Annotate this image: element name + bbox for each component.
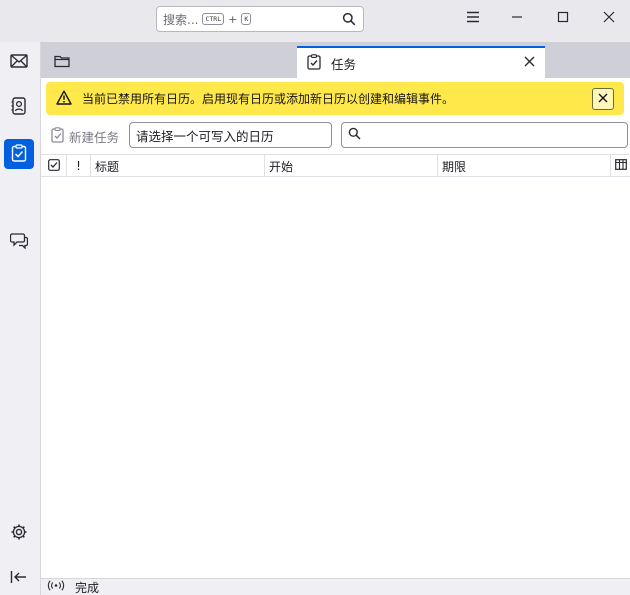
mail-icon (10, 53, 28, 72)
tasks-pane: 当前已禁用所有日历。启用现有日历或添加新日历以创建和编辑事件。 新建任务 请选择… (41, 78, 630, 578)
shortcut-plus: + (228, 12, 238, 26)
search-icon[interactable] (342, 12, 356, 29)
column-priority[interactable]: ! (67, 155, 91, 177)
minimize-button[interactable] (503, 6, 531, 30)
collapse-spaces-button[interactable] (4, 563, 34, 593)
calendar-select-value: 请选择一个可写入的日历 (136, 128, 274, 144)
minimize-icon (511, 11, 523, 26)
notification-close-button[interactable] (592, 87, 614, 110)
address-book-space-button[interactable] (4, 92, 34, 122)
tasks-icon (11, 143, 27, 165)
task-filter-input[interactable] (341, 122, 628, 148)
close-tab-icon[interactable] (524, 56, 535, 70)
calendar-disabled-notification: 当前已禁用所有日历。启用现有日历或添加新日历以创建和编辑事件。 (46, 82, 624, 115)
task-toolbar: 新建任务 请选择一个可写入的日历 (41, 122, 630, 150)
shortcut-k-key: K (241, 13, 252, 25)
close-icon (598, 92, 608, 106)
status-text: 完成 (75, 580, 100, 595)
app-menu-button[interactable] (459, 6, 487, 30)
collapse-icon (10, 570, 28, 587)
tab-strip: 任务 (41, 42, 630, 78)
calendar-select[interactable]: 请选择一个可写入的日历 (129, 122, 332, 148)
warning-icon (56, 90, 72, 108)
settings-button[interactable] (4, 518, 34, 548)
search-placeholder: 搜索... (163, 12, 199, 27)
hamburger-icon (466, 11, 480, 26)
new-task-icon (51, 126, 65, 146)
maximize-icon (557, 11, 569, 26)
chat-space-button[interactable] (4, 226, 34, 256)
column-picker[interactable] (611, 155, 630, 177)
column-picker-icon (614, 159, 627, 173)
column-title[interactable]: 标题 (91, 155, 265, 177)
spaces-toolbar (0, 42, 41, 595)
tab-tasks[interactable]: 任务 (297, 46, 545, 78)
gear-icon (10, 523, 28, 544)
chat-icon (9, 231, 29, 252)
close-icon (603, 11, 615, 26)
tasks-tab-icon (307, 53, 321, 73)
global-search-box[interactable]: 搜索... CTRL + K (156, 6, 364, 32)
shortcut-ctrl-key: CTRL (202, 13, 225, 25)
tab-folder[interactable] (47, 46, 77, 78)
status-bar: 完成 (41, 578, 630, 595)
online-status-icon[interactable] (47, 580, 65, 594)
address-book-icon (11, 96, 27, 118)
column-start[interactable]: 开始 (265, 155, 438, 177)
column-completed[interactable] (41, 155, 67, 177)
task-list-header: ! 标题 开始 期限 (41, 154, 630, 177)
mail-space-button[interactable] (4, 47, 34, 77)
title-bar: 搜索... CTRL + K (0, 0, 630, 42)
column-due[interactable]: 期限 (438, 155, 611, 177)
tasks-space-button-active[interactable] (4, 139, 34, 169)
folder-icon (54, 54, 70, 71)
new-task-button[interactable]: 新建任务 (51, 126, 129, 146)
close-window-button[interactable] (595, 6, 623, 30)
maximize-button[interactable] (549, 6, 577, 30)
search-icon (348, 127, 361, 143)
new-task-label: 新建任务 (69, 129, 120, 145)
tab-tasks-label: 任务 (331, 56, 357, 72)
checkbox-icon (47, 158, 60, 174)
notification-text: 当前已禁用所有日历。启用现有日历或添加新日历以创建和编辑事件。 (82, 92, 455, 106)
